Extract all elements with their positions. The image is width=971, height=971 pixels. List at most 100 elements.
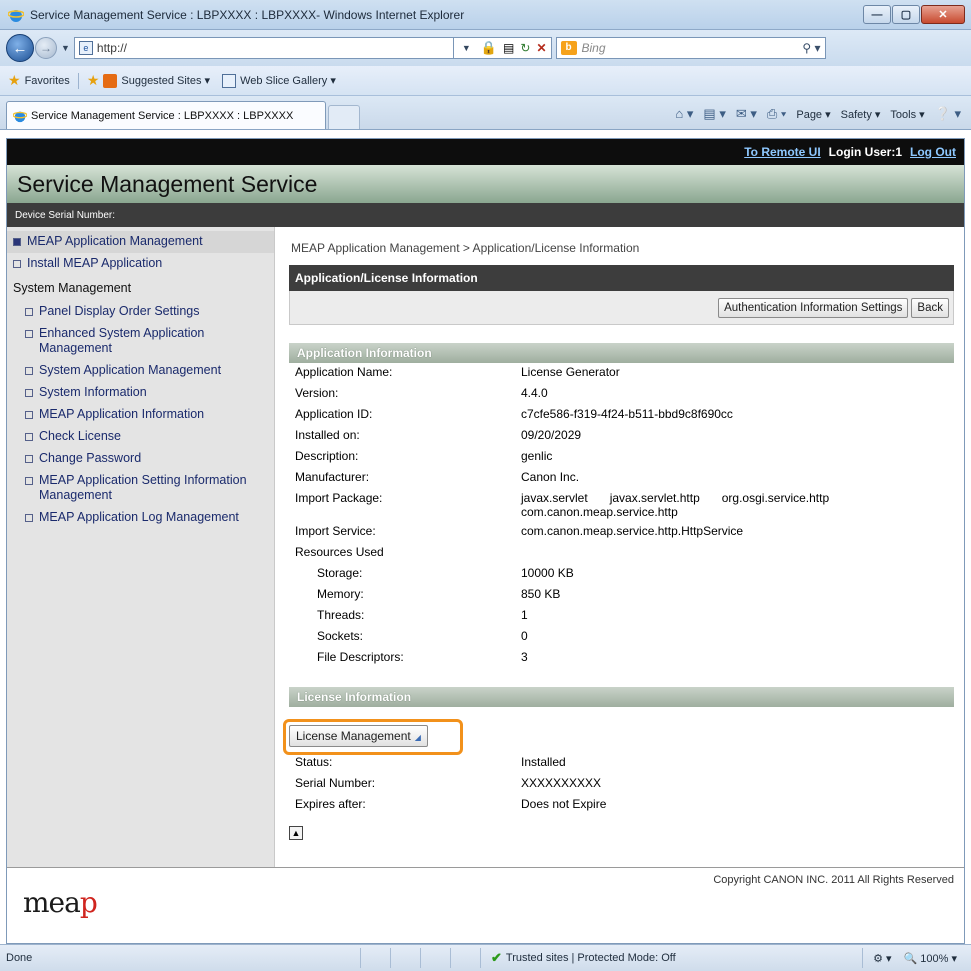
table-row: Import Service: com.canon.meap.service.ht…: [295, 524, 744, 538]
suggested-sites-label: Suggested Sites ▾: [121, 75, 211, 87]
table-row: Description: genlic: [295, 449, 553, 463]
url-dropdown-icon[interactable]: ▼: [462, 43, 471, 53]
license-management-button[interactable]: License Management ◢: [289, 725, 428, 747]
sidebar-item-label: Change Password: [39, 451, 142, 465]
window-controls: — ▢ ✕: [862, 5, 965, 24]
sidebar-item-change-password[interactable]: Change Password: [7, 448, 274, 470]
sidebar-item-check-license[interactable]: Check License: [7, 426, 274, 448]
maximize-button[interactable]: ▢: [892, 5, 920, 24]
suggested-sites-link[interactable]: Suggested Sites ▾: [103, 73, 211, 88]
feeds-icon[interactable]: ▤ ▾: [703, 106, 725, 122]
url-text: http://: [96, 41, 127, 55]
panel-toolbar: Authentication Information Settings Back: [289, 291, 954, 325]
sidebar: MEAP Application Management Install MEAP…: [7, 227, 275, 867]
table-row: Expires after: Does not Expire: [295, 797, 607, 811]
refresh-icon[interactable]: ↻: [520, 41, 530, 55]
status-tools: ⚙ ▾ 🔍 100% ▾: [862, 948, 971, 968]
favorites-button[interactable]: Favorites: [25, 75, 70, 87]
back-nav-button[interactable]: ←: [6, 34, 34, 62]
address-tools: ▼ 🔒 ▤ ↻ ✕: [453, 37, 552, 59]
remote-ui-link[interactable]: To Remote UI: [744, 145, 820, 159]
bullet-icon: [25, 455, 33, 463]
import-packages: javax.servlet javax.servlet.http org.osgi.…: [521, 491, 830, 519]
arrow-left-icon: ←: [12, 39, 28, 57]
breadcrumb: MEAP Application Management > Applicatio…: [291, 241, 640, 255]
content-area: MEAP Application Management Install MEAP…: [7, 227, 964, 867]
security-zone[interactable]: ✔ Trusted sites | Protected Mode: Off: [480, 948, 686, 968]
tab-service-management[interactable]: Service Management Service : LBPXXXX : L…: [6, 101, 326, 129]
bullet-icon: [25, 367, 33, 375]
web-slice-label: Web Slice Gallery ▾: [240, 75, 336, 87]
scroll-to-top-icon[interactable]: ▲: [289, 826, 303, 840]
meap-logo: meap: [23, 886, 98, 919]
sidebar-item-install[interactable]: Install MEAP Application: [7, 253, 274, 275]
sidebar-item-system-app[interactable]: System Application Management: [7, 360, 274, 382]
help-icon[interactable]: ❔ ▾: [935, 106, 961, 122]
sidebar-item-log-management[interactable]: MEAP Application Log Management: [7, 507, 274, 529]
top-navigation: To Remote UI Login User:1 Log Out: [7, 139, 964, 165]
tools-menu[interactable]: Tools ▾: [890, 108, 924, 121]
bullet-icon: [25, 411, 33, 419]
license-button-area: License Management ◢: [283, 715, 954, 755]
bullet-icon: [25, 477, 33, 485]
bullet-icon: [25, 433, 33, 441]
bullet-filled-icon: [13, 238, 21, 246]
compat-view-icon[interactable]: ▤: [503, 41, 514, 55]
mail-icon[interactable]: ✉ ▾: [736, 106, 757, 122]
popup-blocker-icon[interactable]: ⚙ ▾: [873, 952, 891, 965]
sidebar-item-label: Install MEAP Application: [27, 256, 163, 270]
page-menu[interactable]: Page ▾: [796, 108, 830, 121]
sidebar-item-meap-management[interactable]: MEAP Application Management: [7, 231, 274, 253]
sidebar-item-enhanced-system[interactable]: Enhanced System Application Management: [7, 323, 274, 360]
table-row: Sockets: 0: [317, 629, 528, 643]
sidebar-item-label: MEAP Application Log Management: [39, 510, 239, 524]
history-dropdown-icon[interactable]: ▼: [61, 43, 70, 53]
authentication-settings-button[interactable]: Authentication Information Settings: [718, 297, 909, 318]
main-content: MEAP Application Management > Applicatio…: [275, 227, 964, 867]
zoom-level: 100%: [920, 952, 949, 965]
search-input[interactable]: b Bing ⚲ ▾: [555, 37, 826, 59]
table-row: Status: Installed: [295, 755, 566, 769]
url-input[interactable]: e http://: [73, 37, 454, 59]
table-row: File Descriptors: 3: [317, 650, 528, 664]
table-row: Memory: 850 KB: [317, 587, 561, 601]
safety-menu[interactable]: Safety ▾: [841, 108, 881, 121]
checkmark-icon: ✔: [491, 950, 502, 965]
home-icon[interactable]: ⌂ ▾: [675, 106, 693, 122]
sidebar-item-system-info[interactable]: System Information: [7, 382, 274, 404]
stop-icon[interactable]: ✕: [536, 41, 546, 55]
close-button[interactable]: ✕: [921, 5, 965, 24]
lock-icon[interactable]: 🔒: [481, 40, 497, 56]
web-page: To Remote UI Login User:1 Log Out Servic…: [6, 138, 965, 944]
status-cell: [420, 948, 450, 968]
license-management-label: License Management: [296, 729, 411, 743]
window-titlebar: Service Management Service : LBPXXXX : L…: [0, 0, 971, 30]
copyright-text: Copyright CANON INC. 2011 All Rights Res…: [713, 874, 954, 886]
minimize-button[interactable]: —: [863, 5, 891, 24]
window-title: Service Management Service : LBPXXXX : L…: [30, 7, 465, 22]
table-row: Version: 4.4.0: [295, 386, 548, 400]
forward-nav-button[interactable]: →: [35, 37, 57, 59]
new-tab-button[interactable]: [328, 105, 360, 129]
table-row: Application Name: License Generator: [295, 365, 620, 379]
table-row: Manufacturer: Canon Inc.: [295, 470, 580, 484]
back-button[interactable]: Back: [911, 297, 949, 318]
sidebar-item-panel-display[interactable]: Panel Display Order Settings: [7, 301, 274, 323]
ie-tab-icon: [13, 111, 27, 122]
tab-bar: Service Management Service : LBPXXXX : L…: [0, 96, 971, 130]
favorites-bar: ★ Favorites ★ Suggested Sites ▾ Web Slic…: [0, 66, 971, 96]
zoom-control[interactable]: 🔍 100% ▾: [904, 952, 957, 965]
logout-link[interactable]: Log Out: [910, 145, 956, 159]
sidebar-item-setting-info[interactable]: MEAP Application Setting Information Man…: [7, 470, 274, 507]
print-icon[interactable]: ⎙ ▾: [767, 106, 786, 122]
sidebar-item-meap-info[interactable]: MEAP Application Information: [7, 404, 274, 426]
web-slice-gallery-link[interactable]: Web Slice Gallery ▾: [222, 73, 336, 88]
add-favorite-icon[interactable]: ★: [87, 72, 100, 89]
login-user-label: Login User:1: [828, 145, 903, 159]
bing-icon: b: [560, 41, 577, 55]
panel-title: Application/License Information: [289, 265, 954, 291]
arrow-right-icon: →: [40, 41, 52, 55]
search-icon[interactable]: ⚲ ▾: [802, 41, 820, 55]
status-text: Done: [6, 952, 33, 964]
favorites-star-icon[interactable]: ★: [8, 72, 21, 89]
